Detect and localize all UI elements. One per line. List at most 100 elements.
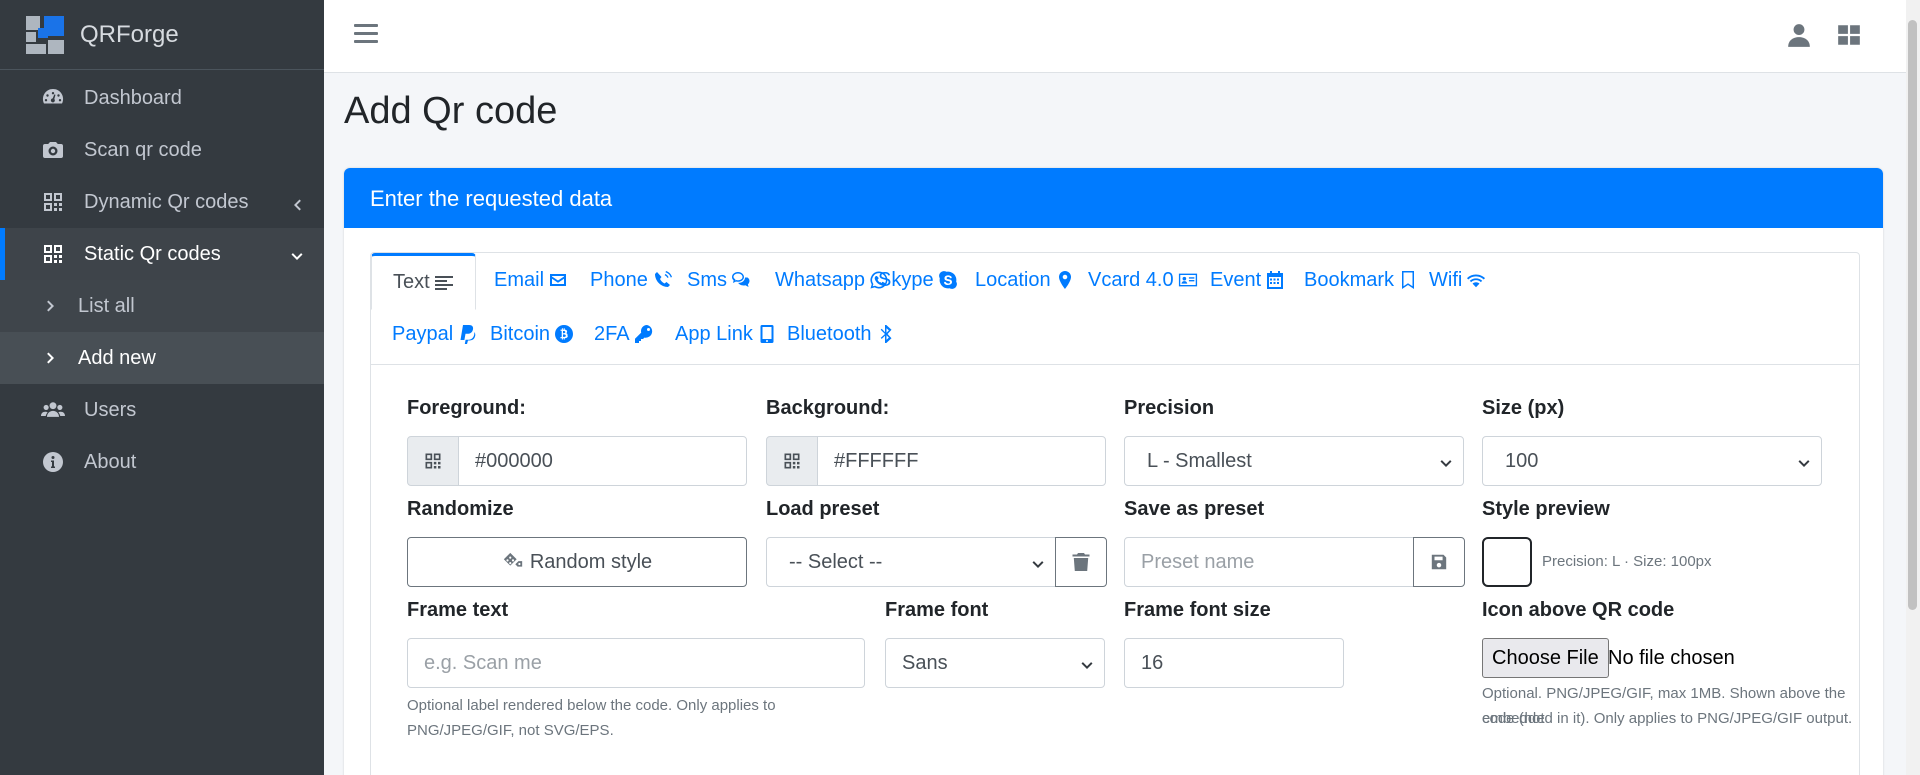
wifi-icon [1467, 274, 1486, 288]
foreground-input[interactable]: #000000 [458, 436, 747, 486]
tab-label: Vcard 4.0 [1088, 268, 1174, 291]
trash-icon [1072, 553, 1090, 571]
frame-font-label: Frame font [885, 599, 989, 621]
load-preset-value: -- Select -- [789, 550, 883, 573]
tab-label: Text [393, 271, 430, 293]
sidebar-item-list-all[interactable]: List all [0, 280, 324, 332]
tab-label: Email [494, 268, 545, 291]
chevron-down-icon [1797, 454, 1811, 468]
tab-label: Bluetooth [787, 322, 872, 345]
frame-font-value: Sans [902, 651, 948, 674]
tab-label: Phone [590, 268, 648, 291]
users-icon [40, 397, 66, 423]
frame-text-input[interactable]: e.g. Scan me [407, 638, 865, 688]
tab-bluetooth[interactable]: Bluetooth [766, 307, 917, 361]
random-style-button[interactable]: Random style [407, 537, 747, 587]
icon-above-help-2: embedded in it). Only applies to PNG/JPE… [1482, 710, 1853, 727]
tachometer-icon [40, 85, 66, 111]
style-preview-text: Precision: L · Size: 100px [1542, 553, 1712, 570]
dice-icon [503, 552, 523, 567]
tab-label: Bookmark [1304, 268, 1395, 291]
sidebar-item-label: Dynamic Qr codes [84, 190, 249, 213]
envelope-icon [550, 274, 567, 286]
size-select[interactable]: 100 [1482, 436, 1822, 486]
tab-text[interactable]: Text [371, 253, 476, 310]
qrcode-icon [784, 453, 800, 469]
tab-wifi[interactable]: Wifi [1408, 253, 1507, 307]
sidebar-item-static-qr[interactable]: Static Qr codes [0, 228, 324, 280]
sidebar-item-scan[interactable]: Scan qr code [0, 124, 324, 176]
hamburger-icon[interactable] [354, 24, 378, 46]
frame-font-size-label: Frame font size [1124, 599, 1271, 621]
sidebar-item-dashboard[interactable]: Dashboard [0, 72, 324, 124]
tab-label: Event [1210, 268, 1262, 291]
apps-grid-icon[interactable] [1836, 22, 1862, 48]
sidebar-item-about[interactable]: About [0, 436, 324, 488]
sidebar-item-label: Dashboard [84, 86, 182, 109]
qrforge-logo-icon [26, 15, 64, 54]
qr-type-tabs-panel: Text Email Phone Sms Whatsapp Skype Loca… [370, 252, 1860, 775]
sidebar: QRForge Dashboard Scan qr code Dynamic Q… [0, 0, 324, 775]
sidebar-item-label: Add new [78, 346, 156, 369]
save-preset-label: Save as preset [1124, 498, 1265, 520]
page-title: Add Qr code [344, 90, 558, 132]
chevron-left-icon [290, 195, 304, 211]
brand[interactable]: QRForge [0, 0, 324, 70]
chevron-right-icon [44, 345, 58, 371]
sidebar-item-dynamic-qr[interactable]: Dynamic Qr codes [0, 176, 324, 228]
chevron-down-icon [1439, 454, 1453, 468]
frame-text-label: Frame text [407, 599, 509, 621]
tab-label: Whatsapp [775, 268, 866, 291]
load-preset-label: Load preset [766, 498, 880, 520]
bitcoin-icon [555, 325, 574, 343]
qrcode-icon [40, 189, 66, 215]
foreground-color-picker[interactable] [407, 436, 459, 486]
qrcode-icon [425, 453, 441, 469]
precision-label: Precision [1124, 397, 1215, 419]
top-navbar [324, 0, 1906, 73]
preset-name-input[interactable]: Preset name [1124, 537, 1414, 587]
sidebar-item-users[interactable]: Users [0, 384, 324, 436]
page-scrollbar[interactable] [1906, 0, 1920, 775]
user-icon[interactable] [1786, 22, 1812, 48]
frame-font-select[interactable]: Sans [885, 638, 1105, 688]
qrcode-icon [40, 241, 66, 267]
delete-preset-button[interactable] [1055, 537, 1107, 587]
background-input[interactable]: #FFFFFF [817, 436, 1106, 486]
sidebar-item-label: About [84, 450, 137, 473]
sidebar-item-add-new[interactable]: Add new [0, 332, 324, 384]
bluetooth-icon [880, 325, 892, 343]
brand-name: QRForge [80, 20, 179, 48]
precision-value: L - Smallest [1147, 449, 1252, 472]
comments-icon [732, 272, 750, 287]
chevron-down-icon [290, 247, 304, 261]
tab-label: Bitcoin [490, 322, 551, 345]
background-color-picker[interactable] [766, 436, 818, 486]
style-preview-label: Style preview [1482, 498, 1610, 520]
load-preset-select[interactable]: -- Select -- [766, 537, 1056, 587]
scroll-thumb[interactable] [1908, 20, 1917, 610]
sidebar-item-label: Static Qr codes [84, 242, 221, 265]
icon-above-label: Icon above QR code [1482, 599, 1675, 621]
tab-label: Paypal [392, 322, 454, 345]
size-label: Size (px) [1482, 397, 1565, 419]
file-status-text: No file chosen [1608, 647, 1735, 669]
save-preset-button[interactable] [1413, 537, 1465, 587]
chevron-down-icon [1031, 555, 1045, 569]
frame-font-size-input[interactable]: 16 [1124, 638, 1344, 688]
qr-type-tabs: Text Email Phone Sms Whatsapp Skype Loca… [371, 253, 1859, 365]
background-label: Background: [766, 397, 890, 419]
tab-label: Wifi [1429, 268, 1463, 291]
choose-file-button[interactable]: Choose File [1482, 638, 1609, 678]
tab-label: Location [975, 268, 1051, 291]
size-value: 100 [1505, 449, 1539, 472]
precision-select[interactable]: L - Smallest [1124, 436, 1464, 486]
info-circle-icon [40, 449, 66, 475]
add-qr-card: Enter the requested data Text Email Phon… [344, 168, 1883, 775]
foreground-label: Foreground: [407, 397, 526, 419]
chevron-down-icon [1080, 656, 1094, 670]
frame-text-help-2: PNG/JPEG/GIF, not SVG/EPS. [407, 722, 614, 739]
sidebar-item-label: Users [84, 398, 137, 421]
camera-icon [40, 137, 66, 163]
tab-label: 2FA [594, 322, 630, 345]
